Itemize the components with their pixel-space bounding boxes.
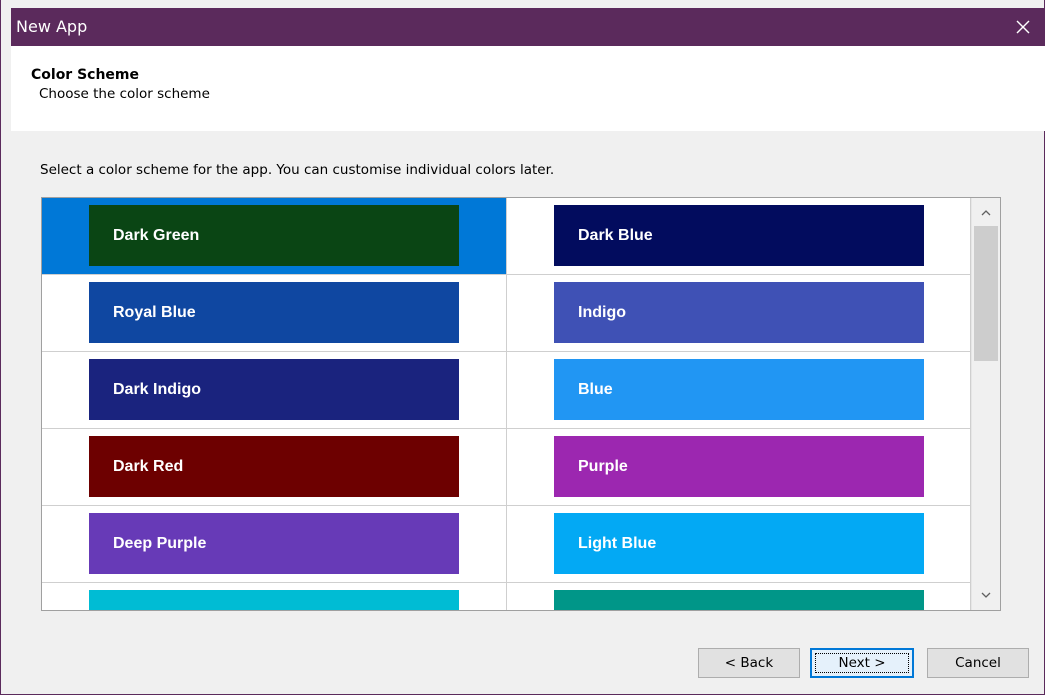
color-scheme-label: Indigo: [578, 303, 626, 321]
color-scheme-item[interactable]: Purple: [507, 429, 971, 506]
color-scheme-item[interactable]: Deep Purple: [42, 506, 507, 583]
color-scheme-item[interactable]: Light Blue: [507, 506, 971, 583]
scroll-thumb[interactable]: [974, 226, 998, 361]
color-scheme-label: Dark Blue: [578, 226, 653, 244]
page-subtitle: Choose the color scheme: [39, 86, 210, 102]
next-button[interactable]: Next >: [810, 648, 914, 678]
color-scheme-item[interactable]: Dark Indigo: [42, 352, 507, 429]
page-title: Color Scheme: [31, 67, 140, 83]
color-swatch: Purple: [554, 436, 924, 497]
window-title: New App: [16, 17, 88, 36]
color-swatch: Dark Green: [89, 205, 459, 266]
chevron-down-icon: [981, 592, 991, 598]
chevron-up-icon: [981, 210, 991, 216]
close-button[interactable]: [1000, 8, 1045, 46]
color-scheme-grid: Dark Green Dark Blue Royal Blue Indigo Dark …: [42, 198, 971, 610]
color-scheme-label: Purple: [578, 457, 628, 475]
color-swatch: Blue: [554, 359, 924, 420]
color-scheme-item[interactable]: Dark Red: [42, 429, 507, 506]
instruction-text: Select a color scheme for the app. You c…: [40, 162, 555, 178]
color-scheme-item[interactable]: Blue: [507, 352, 971, 429]
wizard-header: Color Scheme Choose the color scheme: [11, 46, 1045, 131]
color-scheme-label: Royal Blue: [113, 303, 196, 321]
color-scheme-label: Light Blue: [578, 534, 657, 552]
color-scheme-item[interactable]: Royal Blue: [42, 275, 507, 352]
color-scheme-label: Dark Indigo: [113, 380, 202, 398]
color-swatch: Deep Purple: [89, 513, 459, 574]
close-icon: [1016, 20, 1030, 34]
color-swatch: Indigo: [554, 282, 924, 343]
color-scheme-label: Deep Purple: [113, 534, 207, 552]
color-swatch: Dark Red: [89, 436, 459, 497]
color-scheme-label: Dark Red: [113, 457, 184, 475]
color-scheme-item[interactable]: Indigo: [507, 275, 971, 352]
color-swatch: Light Blue: [554, 513, 924, 574]
color-swatch: [554, 590, 924, 610]
color-swatch: Dark Blue: [554, 205, 924, 266]
color-scheme-list[interactable]: Dark Green Dark Blue Royal Blue Indigo Dark …: [41, 197, 1001, 611]
color-swatch: Dark Indigo: [89, 359, 459, 420]
next-button-label: Next >: [838, 655, 886, 671]
vertical-scrollbar[interactable]: [971, 198, 1000, 610]
color-scheme-label: Blue: [578, 380, 613, 398]
color-swatch: [89, 590, 459, 610]
color-scheme-item[interactable]: [507, 583, 971, 610]
back-button[interactable]: < Back: [698, 648, 800, 678]
color-scheme-item[interactable]: Dark Blue: [507, 198, 971, 275]
title-bar[interactable]: New App: [11, 8, 1045, 46]
scroll-up-button[interactable]: [972, 200, 1000, 226]
color-scheme-label: Dark Green: [113, 226, 200, 244]
color-scheme-item[interactable]: [42, 583, 507, 610]
scroll-down-button[interactable]: [972, 582, 1000, 608]
color-swatch: Royal Blue: [89, 282, 459, 343]
color-scheme-item[interactable]: Dark Green: [42, 198, 507, 275]
new-app-dialog: New App Color Scheme Choose the color sc…: [0, 0, 1045, 695]
cancel-button[interactable]: Cancel: [927, 648, 1029, 678]
